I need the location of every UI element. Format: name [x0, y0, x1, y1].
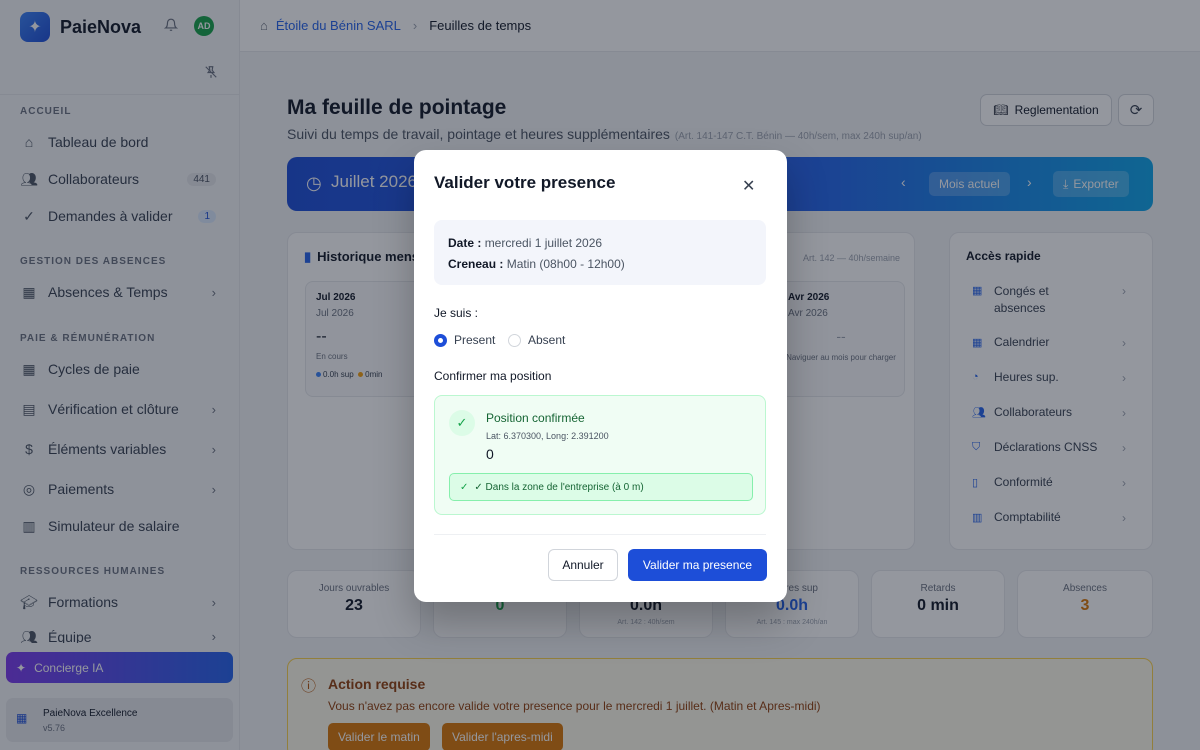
absent-label: Absent [528, 333, 566, 347]
validate-presence-button[interactable]: Valider ma presence [628, 549, 767, 581]
slot-value: Matin (08h00 - 12h00) [506, 257, 625, 271]
slot-label: Creneau : [448, 257, 504, 271]
position-distance: 0 [486, 446, 494, 462]
modal-divider [434, 534, 766, 535]
absent-radio[interactable]: Absent [508, 333, 565, 347]
date-label: Date : [448, 236, 482, 250]
presence-modal: Valider votre presence ✕ Date : mercredi… [414, 150, 787, 602]
status-question: Je suis : [434, 306, 479, 320]
radio-unselected [508, 333, 521, 347]
zone-status: ✓ ✓ Dans la zone de l'entreprise (à 0 m) [449, 473, 753, 501]
position-coords: Lat: 6.370300, Long: 2.391200 [486, 431, 609, 441]
present-label: Present [454, 333, 496, 347]
cancel-button[interactable]: Annuler [548, 549, 618, 581]
slot-row: Creneau : Matin (08h00 - 12h00) [448, 257, 625, 271]
date-value: mercredi 1 juillet 2026 [484, 236, 603, 250]
close-icon[interactable]: ✕ [742, 176, 755, 196]
position-title: Position confirmée [486, 411, 585, 425]
check-icon: ✓ [449, 410, 475, 436]
position-box: ✓ Position confirmée Lat: 6.370300, Long… [434, 395, 766, 515]
confirm-position-label: Confirmer ma position [434, 369, 552, 383]
presence-info: Date : mercredi 1 juillet 2026 Creneau :… [434, 220, 766, 285]
modal-title: Valider votre presence [434, 173, 616, 192]
date-row: Date : mercredi 1 juillet 2026 [448, 236, 602, 250]
zone-label: ✓ Dans la zone de l'entreprise (à 0 m) [474, 481, 644, 493]
radio-selected [434, 333, 447, 347]
present-radio[interactable]: Present [434, 333, 495, 347]
check-icon: ✓ [460, 481, 469, 493]
